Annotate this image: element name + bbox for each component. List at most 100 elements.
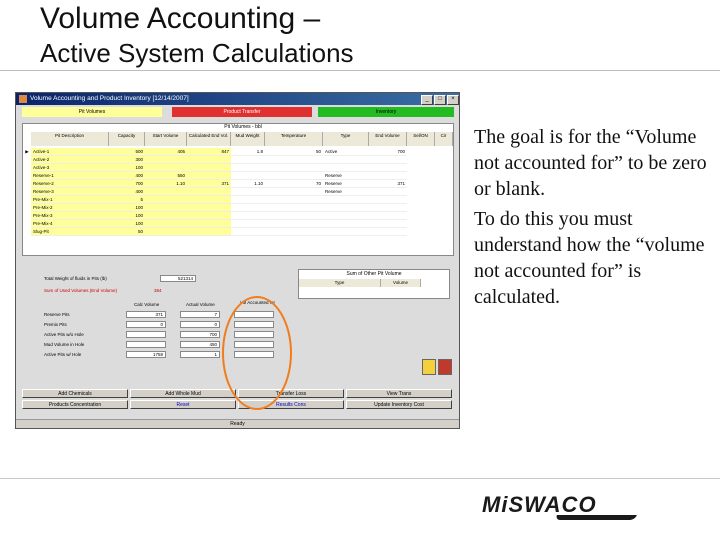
calc-volume-field[interactable]: 1758 <box>126 351 166 358</box>
action-button[interactable]: Update Inventory Cost <box>346 400 452 409</box>
grid-cell[interactable] <box>187 156 231 164</box>
grid-cell[interactable] <box>187 220 231 228</box>
grid-cell[interactable] <box>187 204 231 212</box>
grid-cell[interactable] <box>145 212 187 220</box>
grid-cell[interactable]: 1.8 <box>231 148 265 156</box>
grid-cell[interactable] <box>231 228 265 236</box>
grid-cell[interactable] <box>145 220 187 228</box>
grid-cell[interactable] <box>369 156 407 164</box>
action-button[interactable]: Add Whole Mud <box>130 389 236 398</box>
table-row[interactable]: Reserve-3 400 Reserve <box>23 188 453 196</box>
grid-cell[interactable]: 100 <box>109 220 145 228</box>
grid-cell[interactable]: Reserve <box>323 180 369 188</box>
grid-cell[interactable] <box>265 164 323 172</box>
grid-cell[interactable]: 700 <box>369 148 407 156</box>
grid-cell[interactable] <box>265 172 323 180</box>
maximize-icon[interactable]: □ <box>434 95 446 105</box>
close-icon[interactable]: × <box>447 95 459 105</box>
folder-icon[interactable] <box>422 359 436 375</box>
grid-cell[interactable] <box>265 188 323 196</box>
grid-cell[interactable] <box>369 212 407 220</box>
grid-cell[interactable]: 405 <box>145 148 187 156</box>
action-button[interactable]: Products Concentration <box>22 400 128 409</box>
grid-cell[interactable]: 847 <box>187 148 231 156</box>
grid-cell[interactable] <box>369 188 407 196</box>
grid-cell[interactable] <box>369 220 407 228</box>
action-button[interactable]: Add Chemicals <box>22 389 128 398</box>
calc-volume-field[interactable] <box>126 331 166 338</box>
grid-cell[interactable] <box>145 156 187 164</box>
actual-volume-field[interactable]: 700 <box>180 331 220 338</box>
table-row[interactable]: Pre-Mix-2 100 <box>23 204 453 212</box>
grid-cell[interactable]: 1.10 <box>231 180 265 188</box>
grid-cell[interactable]: 5 <box>109 196 145 204</box>
grid-cell[interactable]: Active <box>323 148 369 156</box>
grid-cell[interactable] <box>369 228 407 236</box>
grid-cell[interactable]: 371 <box>187 180 231 188</box>
grid-cell[interactable] <box>187 228 231 236</box>
grid-cell[interactable]: 700 <box>109 180 145 188</box>
grid-cell[interactable] <box>187 188 231 196</box>
grid-cell[interactable] <box>369 204 407 212</box>
grid-cell[interactable]: Reserve <box>323 188 369 196</box>
grid-cell[interactable] <box>323 164 369 172</box>
action-button[interactable]: Reset <box>130 400 236 409</box>
grid-cell[interactable] <box>323 156 369 164</box>
grid-cell[interactable] <box>231 188 265 196</box>
grid-cell[interactable]: 100 <box>109 204 145 212</box>
grid-cell[interactable]: 50 <box>265 148 323 156</box>
grid-cell[interactable] <box>187 164 231 172</box>
grid-cell[interactable] <box>323 212 369 220</box>
grid-cell[interactable] <box>265 220 323 228</box>
grid-cell[interactable] <box>265 212 323 220</box>
grid-cell[interactable] <box>231 156 265 164</box>
grid-cell[interactable]: 500 <box>109 148 145 156</box>
actual-volume-field[interactable]: 1 <box>180 351 220 358</box>
calc-volume-field[interactable]: 371 <box>126 311 166 318</box>
grid-cell[interactable] <box>265 228 323 236</box>
grid-cell[interactable]: 100 <box>109 212 145 220</box>
grid-cell[interactable] <box>231 172 265 180</box>
grid-cell[interactable] <box>369 172 407 180</box>
table-row[interactable]: Slug-Pit 50 <box>23 228 453 236</box>
grid-cell[interactable] <box>145 164 187 172</box>
grid-cell[interactable] <box>369 164 407 172</box>
grid-cell[interactable] <box>265 196 323 204</box>
grid-cell[interactable] <box>323 204 369 212</box>
actual-volume-field[interactable]: 7 <box>180 311 220 318</box>
action-button[interactable]: View Trans <box>346 389 452 398</box>
grid-cell[interactable]: 300 <box>109 156 145 164</box>
table-row[interactable]: Pre-Mix-3 100 <box>23 212 453 220</box>
grid-cell[interactable] <box>145 188 187 196</box>
grid-cell[interactable] <box>265 204 323 212</box>
grid-cell[interactable]: 70 <box>265 180 323 188</box>
grid-cell[interactable] <box>265 156 323 164</box>
grid-cell[interactable]: 50 <box>109 228 145 236</box>
grid-cell[interactable]: Reserve <box>323 172 369 180</box>
grid-cell[interactable] <box>231 164 265 172</box>
grid-cell[interactable]: 100 <box>109 164 145 172</box>
tab-pit-volumes[interactable]: Pit Volumes <box>22 107 162 117</box>
grid-cell[interactable] <box>323 220 369 228</box>
exit-door-icon[interactable] <box>438 359 452 375</box>
grid-cell[interactable] <box>187 196 231 204</box>
grid-cell[interactable] <box>145 228 187 236</box>
grid-cell[interactable] <box>145 196 187 204</box>
tab-inventory[interactable]: Inventory <box>318 107 454 117</box>
table-row[interactable]: ▶ Active-1 500 405 847 1.8 50 Active 700 <box>23 148 453 156</box>
table-row[interactable]: Reserve-2 700 1.10 371 1.10 70 Reserve 371 <box>23 180 453 188</box>
grid-cell[interactable]: 371 <box>369 180 407 188</box>
grid-cell[interactable] <box>187 212 231 220</box>
total-weight-field[interactable]: 521314 <box>160 275 196 282</box>
grid-cell[interactable]: 550 <box>145 172 187 180</box>
grid-cell[interactable] <box>187 172 231 180</box>
calc-volume-field[interactable] <box>126 341 166 348</box>
grid-cell[interactable] <box>231 204 265 212</box>
grid-cell[interactable]: 400 <box>109 188 145 196</box>
grid-cell[interactable] <box>231 196 265 204</box>
actual-volume-field[interactable]: 450 <box>180 341 220 348</box>
grid-cell[interactable]: 1.10 <box>145 180 187 188</box>
grid-cell[interactable] <box>323 196 369 204</box>
grid-cell[interactable] <box>145 204 187 212</box>
grid-cell[interactable] <box>369 196 407 204</box>
